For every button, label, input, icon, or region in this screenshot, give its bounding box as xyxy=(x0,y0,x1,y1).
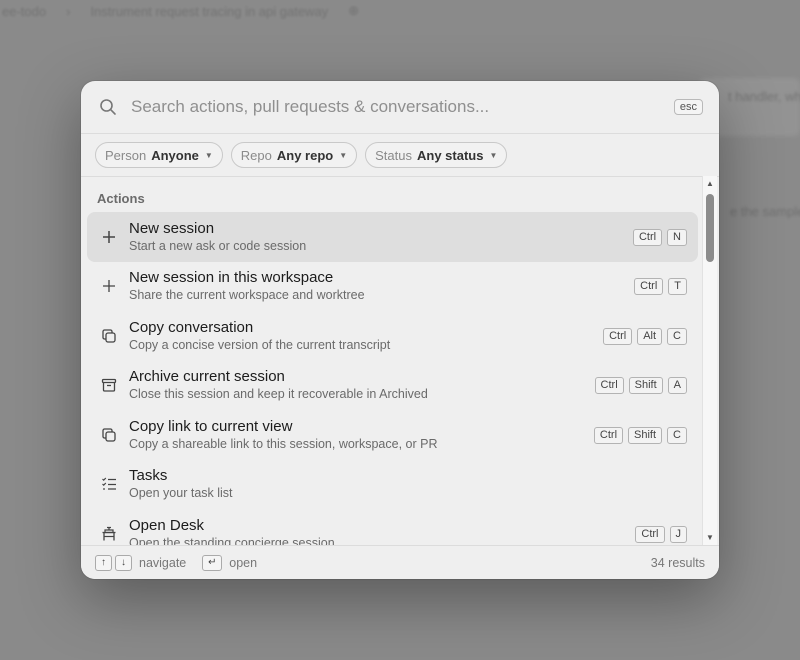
copy-icon xyxy=(87,328,129,344)
search-input[interactable] xyxy=(131,97,674,117)
shortcut: Ctrl T xyxy=(634,277,698,295)
shortcut: Ctrl Alt C xyxy=(603,327,698,345)
action-title: New session xyxy=(129,220,215,237)
shortcut-key: T xyxy=(668,277,687,295)
action-title: Copy link to current view xyxy=(129,418,293,435)
scroll-up-icon[interactable]: ▲ xyxy=(706,179,714,188)
action-archive-session[interactable]: Archive current session Close this sessi… xyxy=(87,360,698,410)
filter-key: Status xyxy=(375,147,412,163)
scrollbar[interactable]: ▲ ▼ xyxy=(702,176,717,545)
shortcut-key: Shift xyxy=(628,426,663,444)
action-subtitle: Open your task list xyxy=(129,486,233,500)
action-subtitle: Copy a concise version of the current tr… xyxy=(129,338,391,352)
filter-bar: Person Anyone ▼ Repo Any repo ▼ Status A… xyxy=(81,134,719,177)
action-copy-conversation[interactable]: Copy conversation Copy a concise version… xyxy=(87,311,698,361)
esc-key-hint[interactable]: esc xyxy=(673,99,703,115)
action-subtitle: Start a new ask or code session xyxy=(129,239,307,253)
filter-key: Person xyxy=(105,147,147,163)
arrow-up-icon: ↑ xyxy=(95,554,112,571)
repo-filter[interactable]: Repo Any repo ▼ xyxy=(230,142,358,168)
shortcut-key: C xyxy=(667,426,687,444)
action-title: New session in this workspace xyxy=(129,269,334,286)
command-palette: esc Person Anyone ▼ Repo Any repo ▼ Stat… xyxy=(81,81,719,579)
background-breadcrumb-project: ee-todo xyxy=(2,3,47,19)
background-add-icon: ⊕ xyxy=(348,3,360,18)
action-title: Open Desk xyxy=(129,517,205,534)
action-title: Copy conversation xyxy=(129,319,254,336)
caret-down-icon: ▼ xyxy=(489,150,498,160)
filter-key: Repo xyxy=(240,147,272,163)
shortcut-key: J xyxy=(669,525,687,543)
shortcut-key: Ctrl xyxy=(635,525,665,543)
archive-icon xyxy=(87,377,129,393)
background-breadcrumb: ee-todo › Instrument request tracing in … xyxy=(0,0,800,22)
action-subtitle: Copy a shareable link to this session, w… xyxy=(129,437,438,451)
search-bar: esc xyxy=(81,81,719,134)
shortcut-key: Ctrl xyxy=(634,277,664,295)
caret-down-icon: ▼ xyxy=(204,150,213,160)
background-breadcrumb-session: Instrument request tracing in api gatewa… xyxy=(90,3,329,19)
shortcut-key: Shift xyxy=(628,376,663,394)
background-breadcrumb-separator: › xyxy=(66,3,71,19)
person-filter[interactable]: Person Anyone ▼ xyxy=(95,142,223,168)
action-title: Tasks xyxy=(129,467,168,484)
filter-value: Any repo xyxy=(276,147,334,163)
shortcut-key: N xyxy=(667,228,687,246)
tasks-icon xyxy=(87,476,129,492)
shortcut-key: Ctrl xyxy=(632,228,663,246)
action-new-session[interactable]: New session Start a new ask or code sess… xyxy=(87,212,698,262)
shortcut: Ctrl Shift A xyxy=(594,376,698,394)
shortcut-key: Ctrl xyxy=(593,426,624,444)
shortcut-key: Ctrl xyxy=(594,376,624,394)
shortcut: Ctrl Shift C xyxy=(593,426,698,444)
navigate-hint: navigate xyxy=(139,555,187,570)
shortcut-key: A xyxy=(667,376,687,394)
background-snippet: e the sample xyxy=(730,204,800,219)
action-tasks[interactable]: Tasks Open your task list xyxy=(87,459,698,509)
desk-icon xyxy=(87,526,129,542)
shortcut-key: C xyxy=(667,327,687,345)
scroll-down-icon[interactable]: ▼ xyxy=(706,533,714,542)
enter-key-icon: ↵ xyxy=(202,554,223,571)
status-filter[interactable]: Status Any status ▼ xyxy=(365,142,508,168)
shortcut: Ctrl N xyxy=(632,228,698,246)
action-subtitle: Share the current workspace and worktree xyxy=(129,288,365,302)
section-label: Actions xyxy=(97,191,145,206)
action-copy-link[interactable]: Copy link to current view Copy a shareab… xyxy=(87,410,698,460)
shortcut-key: Alt xyxy=(637,327,663,345)
action-new-session-in-workspace[interactable]: New session in this workspace Share the … xyxy=(87,261,698,311)
action-title: Archive current session xyxy=(129,368,285,385)
background-snippet: t handler, wh xyxy=(728,89,800,104)
caret-down-icon: ▼ xyxy=(339,150,348,160)
scrollbar-thumb[interactable] xyxy=(706,194,714,262)
results-count: 34 results xyxy=(650,555,705,570)
palette-footer: ↑ ↓ navigate ↵ open 34 results xyxy=(81,545,719,579)
shortcut-key: Ctrl xyxy=(603,327,633,345)
filter-value: Any status xyxy=(417,147,484,163)
search-icon xyxy=(99,98,117,116)
action-subtitle: Open the standing concierge session xyxy=(129,536,335,545)
filter-value: Anyone xyxy=(151,147,199,163)
action-subtitle: Close this session and keep it recoverab… xyxy=(129,387,428,401)
plus-icon xyxy=(87,279,129,293)
action-open-desk[interactable]: Open Desk Open the standing concierge se… xyxy=(87,509,698,545)
plus-icon xyxy=(87,230,129,244)
arrow-down-icon: ↓ xyxy=(115,554,132,571)
results-list: Actions New session Start a new ask or c… xyxy=(81,176,719,545)
copy-link-icon xyxy=(87,427,129,443)
open-hint: open xyxy=(229,555,258,570)
shortcut: Ctrl J xyxy=(635,525,698,543)
